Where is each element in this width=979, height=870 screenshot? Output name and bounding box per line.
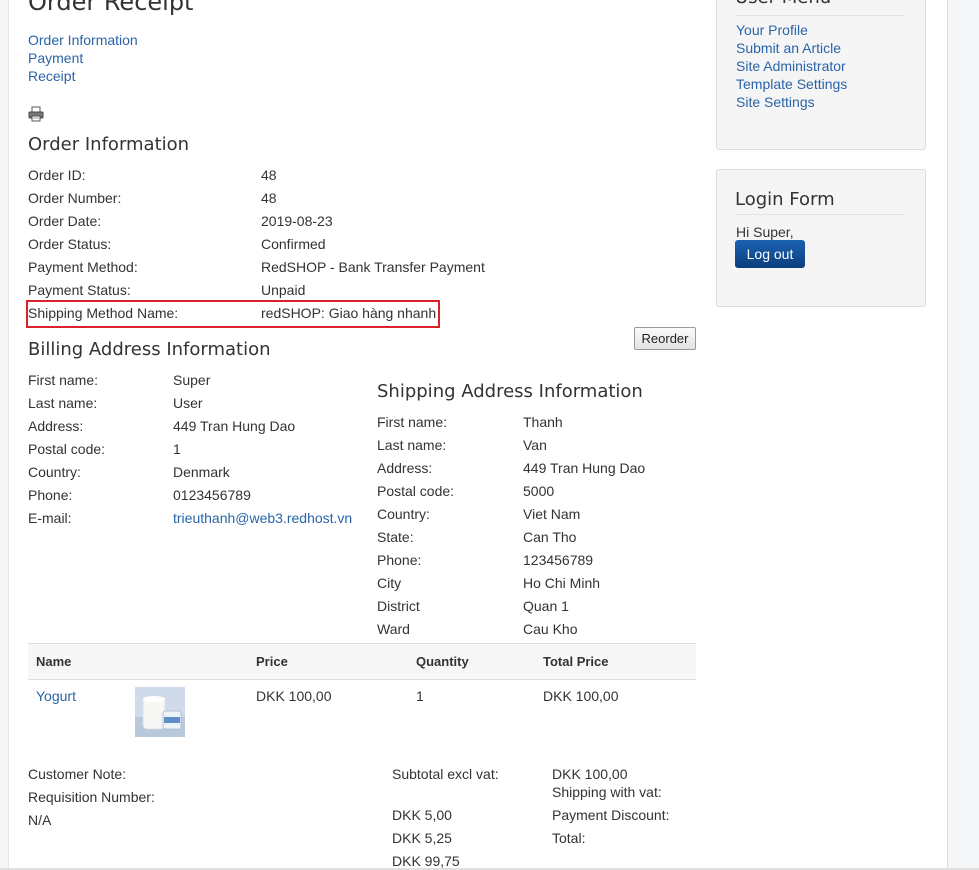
payment-discount-label: Payment Discount: <box>552 807 670 823</box>
login-form-heading: Login Form <box>735 189 835 210</box>
billing-heading: Billing Address Information <box>28 339 271 360</box>
login-form-module: Login Form Hi Super, Log out <box>716 169 926 307</box>
total-label: Total: <box>552 830 586 846</box>
requisition-number-label: Requisition Number: <box>28 789 155 805</box>
shipping-vat-value: DKK 5,00 <box>392 807 452 823</box>
shipping-country-value: Viet Nam <box>523 506 581 522</box>
customer-note-label: Customer Note: <box>28 766 127 782</box>
shipping-city-label: City <box>377 575 402 591</box>
order-status-label: Order Status: <box>28 236 112 252</box>
link-order-information[interactable]: Order Information <box>28 32 138 48</box>
requisition-number-value: N/A <box>28 812 52 828</box>
menu-site-settings[interactable]: Site Settings <box>736 94 815 110</box>
product-price: DKK 100,00 <box>256 688 332 704</box>
billing-country-value: Denmark <box>173 464 230 480</box>
shipping-postal-label: Postal code: <box>377 483 455 499</box>
menu-site-administrator[interactable]: Site Administrator <box>736 58 846 74</box>
menu-submit-article[interactable]: Submit an Article <box>736 40 841 56</box>
shipping-district-value: Quan 1 <box>523 598 569 614</box>
payment-status-value: Unpaid <box>261 282 306 298</box>
billing-first-name-value: Super <box>173 372 211 388</box>
user-menu-divider <box>735 15 905 16</box>
shipping-city-value: Ho Chi Minh <box>523 575 601 591</box>
col-quantity-header: Quantity <box>416 654 469 669</box>
shipping-phone-label: Phone: <box>377 552 422 568</box>
page-title: Order Receipt <box>28 0 194 16</box>
product-image[interactable] <box>135 687 185 737</box>
user-menu-module: User Menu Your Profile Submit an Article… <box>716 0 926 150</box>
shipping-phone-value: 123456789 <box>523 552 594 568</box>
order-number-value: 48 <box>261 190 277 206</box>
billing-address-label: Address: <box>28 418 84 434</box>
shipping-postal-value: 5000 <box>523 483 555 499</box>
shipping-address-value: 449 Tran Hung Dao <box>523 460 646 476</box>
print-icon[interactable] <box>28 106 44 122</box>
billing-email-label: E-mail: <box>28 510 72 526</box>
order-id-label: Order ID: <box>28 167 86 183</box>
shipping-country-label: Country: <box>377 506 430 522</box>
order-date-value: 2019-08-23 <box>261 213 333 229</box>
shipping-first-name-value: Thanh <box>523 414 563 430</box>
billing-phone-value: 0123456789 <box>173 487 251 503</box>
billing-last-name-value: User <box>173 395 203 411</box>
shipping-ward-value: Cau Kho <box>523 621 578 637</box>
login-greeting: Hi Super, <box>736 224 794 240</box>
total-value: DKK 99,75 <box>392 853 460 868</box>
shipping-ward-label: Ward <box>377 621 410 637</box>
menu-your-profile[interactable]: Your Profile <box>736 22 808 38</box>
payment-status-label: Payment Status: <box>28 282 131 298</box>
subtotal-label: Subtotal excl vat: <box>392 766 499 782</box>
shipping-last-name-label: Last name: <box>377 437 447 453</box>
logout-button[interactable]: Log out <box>735 240 805 268</box>
product-name-link[interactable]: Yogurt <box>36 688 76 704</box>
col-price-header: Price <box>256 654 288 669</box>
col-total-header: Total Price <box>543 654 609 669</box>
order-number-label: Order Number: <box>28 190 122 206</box>
link-payment[interactable]: Payment <box>28 50 83 66</box>
reorder-button[interactable]: Reorder <box>634 327 696 350</box>
col-name-header: Name <box>36 654 72 669</box>
user-menu-heading: User Menu <box>735 0 831 8</box>
shipping-state-label: State: <box>377 529 414 545</box>
order-info-heading: Order Information <box>28 134 190 155</box>
link-receipt[interactable]: Receipt <box>28 68 75 84</box>
items-table-header: Name Price Quantity Total Price <box>28 643 696 680</box>
payment-method-label: Payment Method: <box>28 259 138 275</box>
order-date-label: Order Date: <box>28 213 102 229</box>
shipping-heading: Shipping Address Information <box>377 381 643 402</box>
subtotal-value: DKK 100,00 <box>552 766 628 782</box>
billing-address-value: 449 Tran Hung Dao <box>173 418 296 434</box>
shipping-method-highlight <box>26 300 440 328</box>
payment-discount-value: DKK 5,25 <box>392 830 452 846</box>
order-id-value: 48 <box>261 167 277 183</box>
menu-template-settings[interactable]: Template Settings <box>736 76 847 92</box>
product-total: DKK 100,00 <box>543 688 619 704</box>
shipping-address-label: Address: <box>377 460 433 476</box>
billing-postal-value: 1 <box>173 441 181 457</box>
order-status-value: Confirmed <box>261 236 326 252</box>
shipping-state-value: Can Tho <box>523 529 577 545</box>
shipping-first-name-label: First name: <box>377 414 448 430</box>
page-container: Order Receipt Order Information Payment … <box>8 0 948 868</box>
billing-email-link[interactable]: trieuthanh@web3.redhost.vn <box>173 510 352 526</box>
billing-postal-label: Postal code: <box>28 441 106 457</box>
billing-first-name-label: First name: <box>28 372 99 388</box>
billing-last-name-label: Last name: <box>28 395 98 411</box>
product-quantity: 1 <box>416 688 424 704</box>
shipping-vat-label: Shipping with vat: <box>552 784 662 800</box>
shipping-district-label: District <box>377 598 420 614</box>
billing-country-label: Country: <box>28 464 81 480</box>
billing-phone-label: Phone: <box>28 487 73 503</box>
yogurt-image-icon <box>135 687 185 737</box>
payment-method-value: RedSHOP - Bank Transfer Payment <box>261 259 485 275</box>
shipping-last-name-value: Van <box>523 437 547 453</box>
login-form-divider <box>735 214 905 215</box>
